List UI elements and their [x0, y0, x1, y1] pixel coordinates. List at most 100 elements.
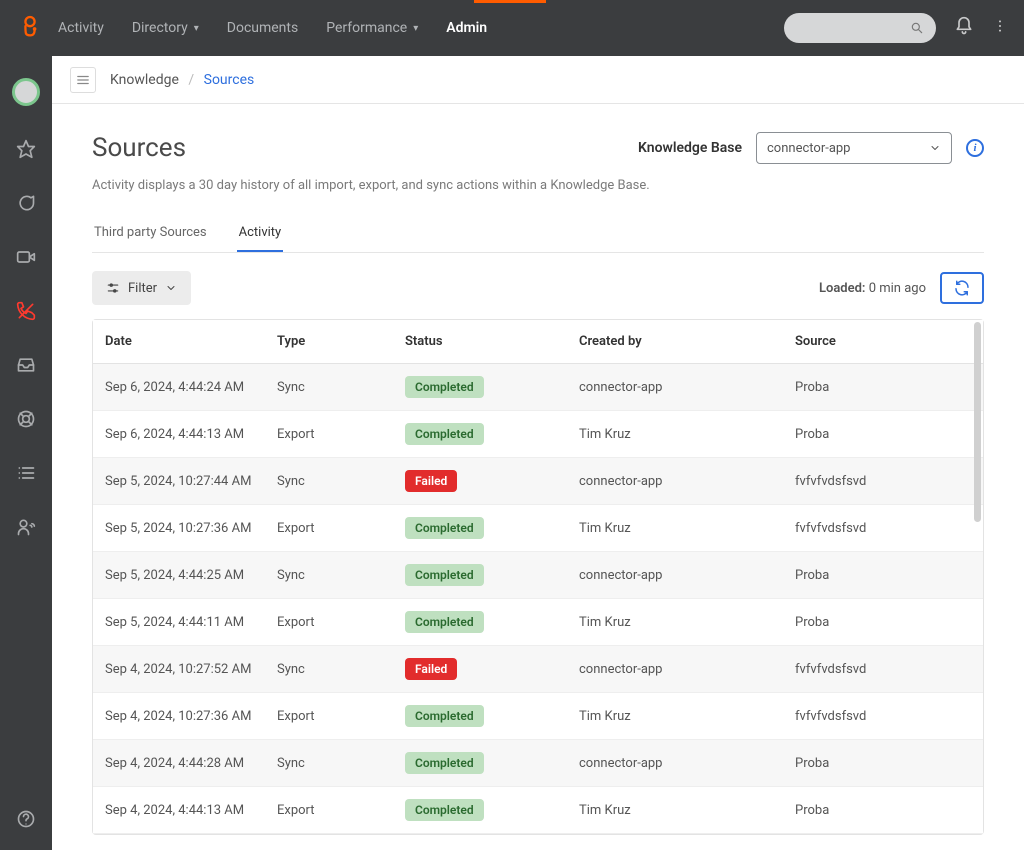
topnav-item-directory[interactable]: Directory▾ — [132, 20, 199, 36]
cell-source: Proba — [783, 787, 983, 834]
notifications-icon[interactable] — [954, 16, 974, 40]
users-icon[interactable] — [15, 516, 37, 538]
topnav-item-admin[interactable]: Admin — [446, 20, 487, 36]
topnav-item-activity[interactable]: Activity — [58, 20, 104, 36]
cell-type: Export — [265, 787, 393, 834]
cell-date: Sep 6, 2024, 4:44:13 AM — [93, 411, 265, 458]
status-badge: Completed — [405, 376, 484, 398]
list-icon[interactable] — [15, 462, 37, 484]
status-badge: Completed — [405, 705, 484, 727]
column-header-date[interactable]: Date — [93, 320, 265, 364]
cell-source: fvfvfvdsfsvd — [783, 646, 983, 693]
chevron-down-icon: ▾ — [194, 23, 199, 34]
info-icon[interactable]: i — [966, 139, 984, 157]
kb-selected-value: connector-app — [767, 141, 850, 156]
table-row[interactable]: Sep 4, 2024, 4:44:28 AMSyncCompletedconn… — [93, 740, 983, 787]
status-badge: Failed — [405, 470, 457, 492]
app-logo-icon[interactable] — [16, 14, 44, 42]
breadcrumb-root[interactable]: Knowledge — [110, 72, 179, 88]
more-menu-icon[interactable] — [992, 17, 1008, 39]
status-badge: Completed — [405, 799, 484, 821]
cell-type: Sync — [265, 458, 393, 505]
cell-type: Export — [265, 693, 393, 740]
status-badge: Completed — [405, 611, 484, 633]
search-input[interactable] — [784, 13, 936, 43]
tabs: Third party Sources Activity — [92, 215, 984, 253]
refresh-button[interactable] — [940, 272, 984, 304]
cell-date: Sep 4, 2024, 10:27:52 AM — [93, 646, 265, 693]
topnav-item-performance[interactable]: Performance▾ — [326, 20, 418, 36]
video-icon[interactable] — [15, 246, 37, 268]
cell-type: Export — [265, 599, 393, 646]
breadcrumb-current[interactable]: Sources — [204, 72, 255, 88]
cell-source: fvfvfvdsfsvd — [783, 693, 983, 740]
table-row[interactable]: Sep 6, 2024, 4:44:13 AMExportCompletedTi… — [93, 411, 983, 458]
top-navigation: Activity Directory▾ Documents Performance▾ A… — [58, 20, 487, 36]
cell-date: Sep 5, 2024, 10:27:44 AM — [93, 458, 265, 505]
cell-date: Sep 4, 2024, 10:27:36 AM — [93, 693, 265, 740]
chat-icon[interactable] — [15, 192, 37, 214]
loaded-text: Loaded: 0 min ago — [819, 281, 926, 296]
breadcrumb: Knowledge / Sources — [110, 72, 254, 88]
filter-icon — [106, 281, 120, 295]
cell-date: Sep 5, 2024, 4:44:25 AM — [93, 552, 265, 599]
cell-created-by: connector-app — [567, 458, 783, 505]
page-title: Sources — [92, 133, 186, 163]
toggle-sidebar-button[interactable] — [70, 67, 96, 93]
column-header-created-by[interactable]: Created by — [567, 320, 783, 364]
tab-activity[interactable]: Activity — [237, 215, 284, 252]
left-sidebar — [0, 56, 52, 850]
cell-created-by: Tim Kruz — [567, 599, 783, 646]
cell-date: Sep 5, 2024, 4:44:11 AM — [93, 599, 265, 646]
cell-type: Sync — [265, 552, 393, 599]
chevron-down-icon: ▾ — [413, 23, 418, 34]
cell-date: Sep 6, 2024, 4:44:24 AM — [93, 364, 265, 411]
star-icon[interactable] — [15, 138, 37, 160]
avatar[interactable] — [12, 78, 40, 106]
scrollbar-thumb[interactable] — [974, 322, 981, 522]
status-badge: Completed — [405, 517, 484, 539]
table-row[interactable]: Sep 4, 2024, 4:44:13 AMExportCompletedTi… — [93, 787, 983, 834]
table-row[interactable]: Sep 5, 2024, 10:27:36 AMExportCompletedT… — [93, 505, 983, 552]
table-row[interactable]: Sep 5, 2024, 4:44:11 AMExport Completed Ti… — [93, 599, 983, 646]
status-badge: Completed — [405, 423, 484, 445]
table-row[interactable]: Sep 5, 2024, 10:27:44 AMSync Failed connec… — [93, 458, 983, 505]
status-badge: Completed — [405, 752, 484, 774]
cell-source: fvfvfvdsfsvd — [783, 505, 983, 552]
inbox-icon[interactable] — [15, 354, 37, 376]
cell-created-by: Tim Kruz — [567, 693, 783, 740]
chevron-down-icon — [929, 142, 941, 154]
table-row[interactable]: Sep 5, 2024, 4:44:25 AMSync Completed conn… — [93, 552, 983, 599]
filter-button[interactable]: Filter — [92, 271, 191, 305]
cell-type: Export — [265, 505, 393, 552]
lifebuoy-icon[interactable] — [15, 408, 37, 430]
cell-source: Proba — [783, 364, 983, 411]
cell-created-by: connector-app — [567, 364, 783, 411]
cell-created-by: Tim Kruz — [567, 787, 783, 834]
table-row[interactable]: Sep 4, 2024, 10:27:36 AMExport Completed T… — [93, 693, 983, 740]
cell-created-by: connector-app — [567, 552, 783, 599]
breadcrumb-separator: / — [188, 72, 194, 88]
cell-type: Sync — [265, 646, 393, 693]
tab-third-party-sources[interactable]: Third party Sources — [92, 215, 209, 252]
kb-select[interactable]: connector-app — [756, 132, 952, 164]
status-badge: Failed — [405, 658, 457, 680]
page-subtitle: Activity displays a 30 day history of al… — [92, 178, 984, 193]
refresh-icon — [953, 279, 971, 297]
cell-type: Export — [265, 411, 393, 458]
filter-label: Filter — [128, 281, 157, 296]
topbar-accent-indicator — [474, 0, 546, 3]
table-row[interactable]: Sep 4, 2024, 10:27:52 AMSyncFailedconnec… — [93, 646, 983, 693]
cell-source: Proba — [783, 552, 983, 599]
column-header-status[interactable]: Status — [393, 320, 567, 364]
phone-icon[interactable] — [15, 300, 37, 322]
cell-created-by: Tim Kruz — [567, 505, 783, 552]
help-icon[interactable] — [15, 808, 37, 830]
status-badge: Completed — [405, 564, 484, 586]
column-header-source[interactable]: Source — [783, 320, 983, 364]
table-row[interactable]: Sep 6, 2024, 4:44:24 AMSync Completed conn… — [93, 364, 983, 411]
topnav-item-documents[interactable]: Documents — [227, 20, 298, 36]
column-header-type[interactable]: Type — [265, 320, 393, 364]
activity-table: DateTypeStatusCreated bySource Sep 6, 20… — [92, 319, 984, 835]
cell-type: Sync — [265, 364, 393, 411]
